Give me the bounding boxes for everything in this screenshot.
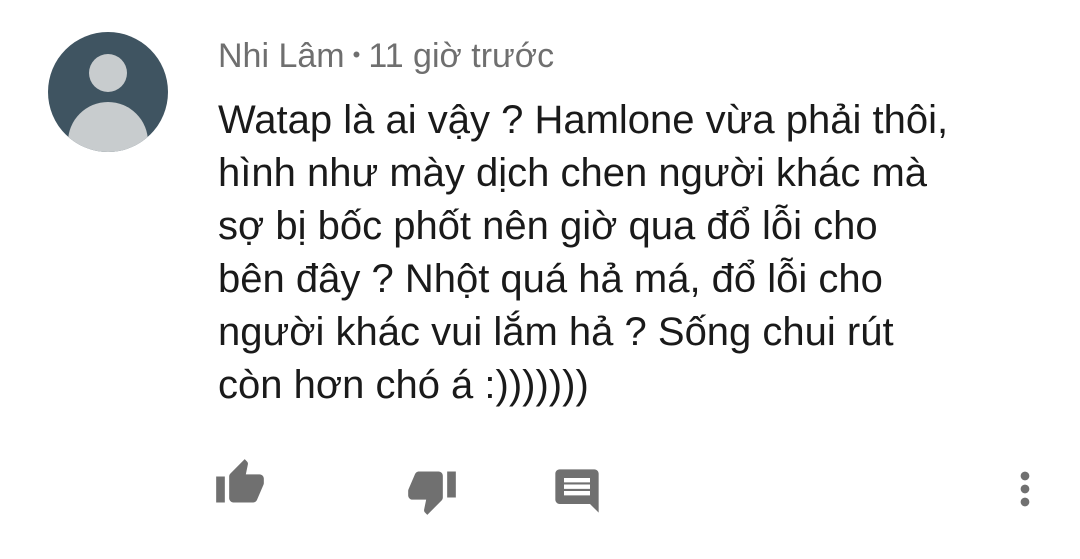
more-vertical-icon [999,463,1051,515]
avatar-body [68,102,148,152]
comment-text: Watap là ai vậy ? Hamlone vừa phải thôi,… [218,98,949,407]
dislike-button[interactable] [404,463,460,519]
comment-icon [551,465,603,517]
thumbs-down-icon [406,465,458,517]
thumbs-up-icon [214,457,266,509]
reply-button[interactable] [549,463,605,519]
comment-time[interactable]: 11 giờ trước [368,37,554,75]
comment-actions [0,455,1080,525]
avatar[interactable] [48,32,168,152]
more-options-button[interactable] [997,461,1053,517]
comment-meta: Nhi Lâm • 11 giờ trước [218,34,554,80]
author-name[interactable]: Nhi Lâm [218,37,345,75]
like-button[interactable] [212,455,268,511]
comment-item: Nhi Lâm • 11 giờ trước Watap là ai vậy ? H… [0,0,1080,559]
avatar-head [89,54,127,92]
meta-separator: • [352,42,361,68]
